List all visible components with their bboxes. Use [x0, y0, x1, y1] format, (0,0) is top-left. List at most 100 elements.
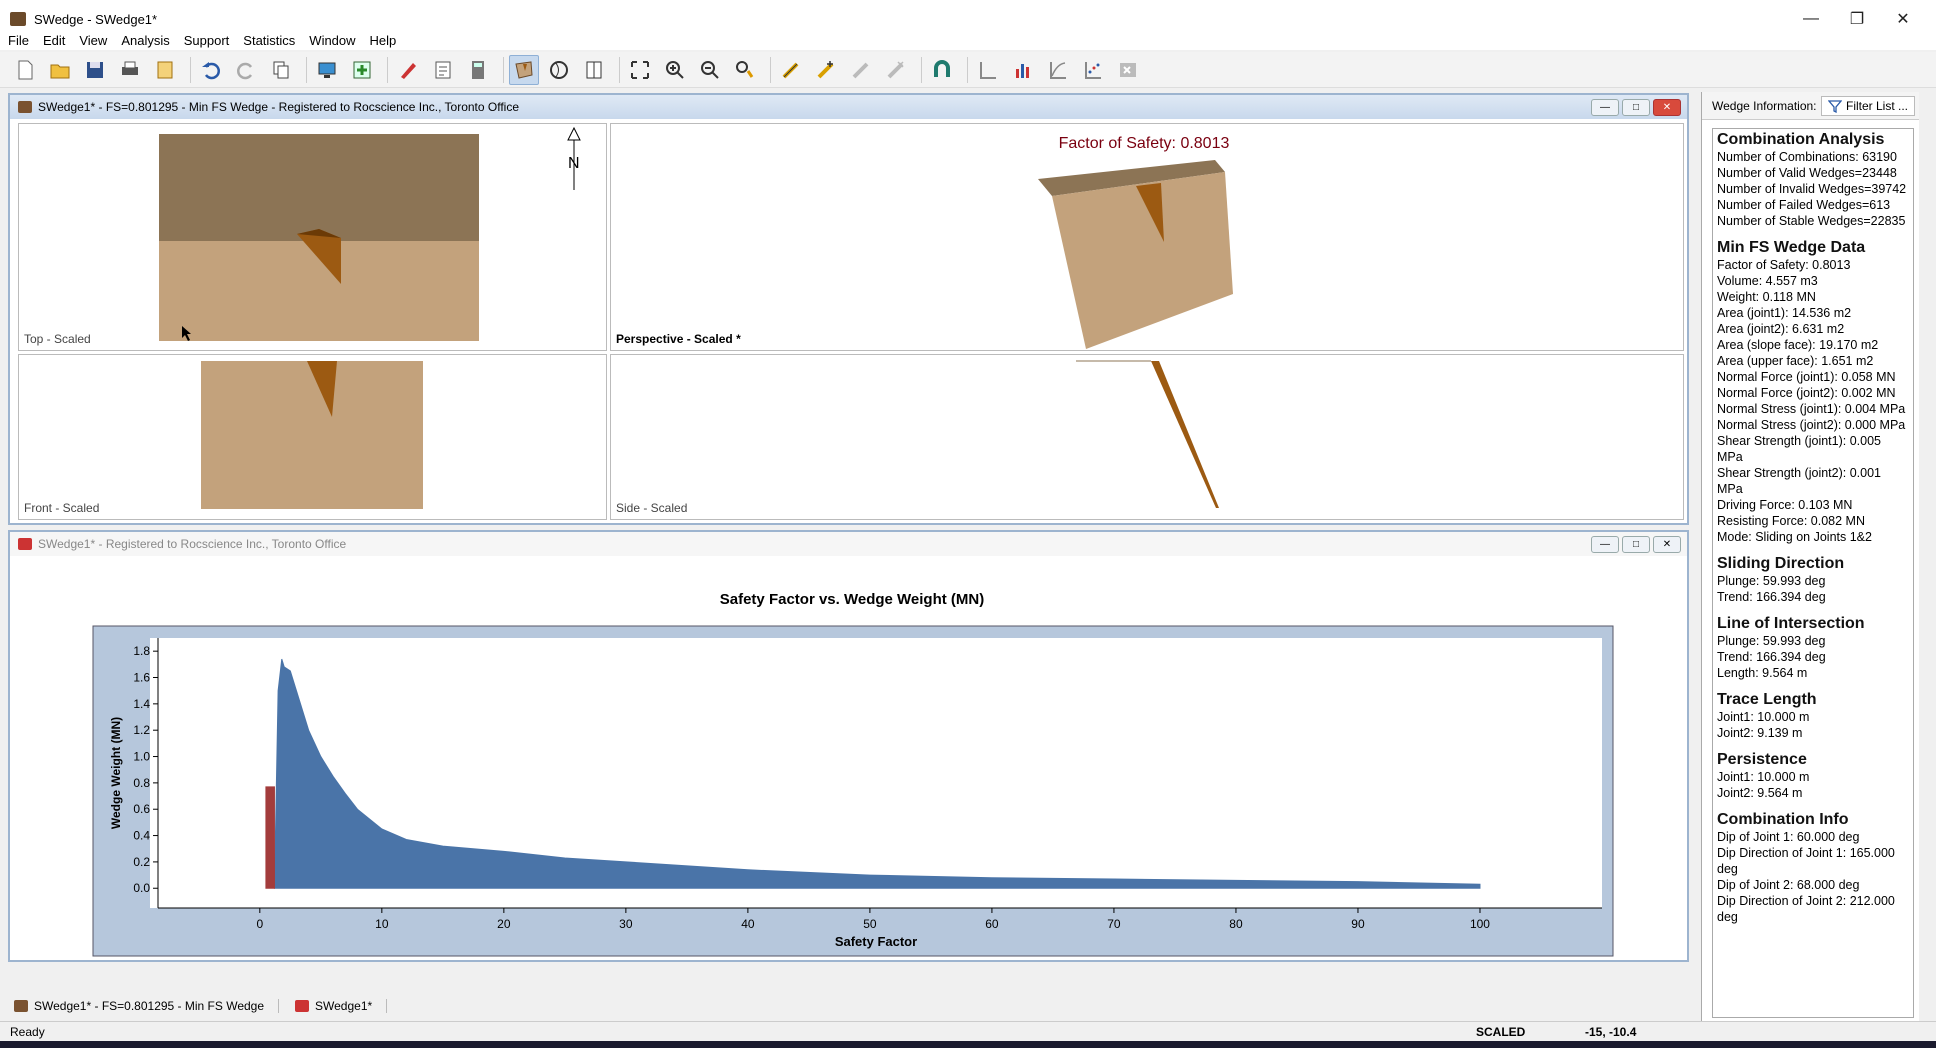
zoom-in-icon[interactable]: [660, 55, 690, 85]
tab-wedge-view[interactable]: SWedge1* - FS=0.801295 - Min FS Wedge: [8, 999, 280, 1013]
tab-chart[interactable]: SWedge1*: [289, 999, 388, 1013]
y-tick-label: 0.2: [133, 855, 150, 869]
wedge-view-icon[interactable]: [509, 54, 539, 85]
chart-minimize-icon[interactable]: —: [1591, 536, 1619, 553]
info-section-title: Line of Intersection: [1717, 615, 1865, 632]
undo-icon[interactable]: [196, 55, 226, 85]
pan-icon[interactable]: [730, 55, 760, 85]
edit-bolt-icon[interactable]: [846, 55, 876, 85]
info-line: Joint1: 10.000 m: [1717, 770, 1810, 784]
y-tick-label: 1.6: [133, 671, 150, 685]
tab-chart-icon: [295, 1000, 310, 1012]
scatter-icon[interactable]: [1078, 55, 1108, 85]
menu-support[interactable]: Support: [184, 33, 230, 48]
info-line: Number of Stable Wedges=22835: [1717, 214, 1906, 228]
chart-close-icon[interactable]: ✕: [1653, 536, 1681, 553]
info-line: Weight: 0.118 MN: [1717, 290, 1816, 304]
toolbar-separator: [921, 56, 922, 83]
zoom-out-icon[interactable]: [695, 55, 725, 85]
input-data-icon[interactable]: [428, 55, 458, 85]
redo-icon[interactable]: [231, 55, 261, 85]
menu-bar: File Edit View Analysis Support Statisti…: [0, 30, 1936, 50]
menu-view[interactable]: View: [79, 33, 107, 48]
main-toolbar: [0, 52, 1936, 88]
child-maximize-icon[interactable]: □: [1622, 99, 1650, 116]
info-line: Joint2: 9.564 m: [1717, 786, 1803, 800]
swedge-app-icon: [10, 12, 26, 26]
front-view-label: Front - Scaled: [24, 501, 100, 515]
info-line: Area (slope face): 19.170 m2: [1717, 338, 1879, 352]
add-bolt-icon[interactable]: [811, 55, 841, 85]
menu-statistics[interactable]: Statistics: [243, 33, 295, 48]
info-line: Number of Valid Wedges=23448: [1717, 166, 1897, 180]
info-line: Factor of Safety: 0.8013: [1717, 258, 1851, 272]
graph-axes-icon[interactable]: [973, 55, 1003, 85]
child-close-icon[interactable]: ✕: [1653, 99, 1681, 116]
x-tick-label: 50: [863, 917, 877, 931]
failed-wedges-series: [265, 786, 275, 889]
x-tick-label: 60: [985, 917, 999, 931]
info-line: Area (joint2): 6.631 m2: [1717, 322, 1845, 336]
info-line: Plunge: 59.993 deg: [1717, 574, 1826, 588]
slope-view-icon[interactable]: [579, 55, 609, 85]
menu-analysis[interactable]: Analysis: [121, 33, 169, 48]
copy-icon[interactable]: [266, 55, 296, 85]
y-tick-label: 1.4: [133, 697, 150, 711]
chart-maximize-icon[interactable]: □: [1622, 536, 1650, 553]
info-line: Mode: Sliding on Joints 1&2: [1717, 530, 1872, 544]
window-title: SWedge - SWedge1*: [34, 11, 158, 27]
filter-list-button[interactable]: Filter List ...: [1820, 95, 1915, 116]
new-file-icon[interactable]: [10, 55, 40, 85]
chart-window-titlebar: SWedge1* - Registered to Rocscience Inc.…: [10, 532, 1687, 556]
top-viewport[interactable]: N Top - Scaled: [18, 123, 607, 351]
save-icon[interactable]: [80, 55, 110, 85]
y-tick-label: 0.8: [133, 776, 150, 790]
perspective-drawing: Factor of Safety: 0.8013: [1038, 135, 1233, 349]
status-mode: SCALED: [1476, 1024, 1526, 1039]
x-tick-label: 0: [256, 917, 263, 931]
info-line: Normal Force (joint1): 0.058 MN: [1717, 370, 1896, 384]
side-view-label: Side - Scaled: [616, 501, 688, 515]
menu-help[interactable]: Help: [370, 33, 397, 48]
excel-export-icon[interactable]: [1113, 55, 1143, 85]
cumulative-icon[interactable]: [1043, 55, 1073, 85]
info-line: Shear Strength (joint1): 0.005 MPa: [1717, 434, 1881, 464]
edit-input-icon[interactable]: [393, 55, 423, 85]
stereonet-icon[interactable]: [544, 55, 574, 85]
toolbar-separator: [190, 56, 191, 83]
info-line: Dip Direction of Joint 1: 165.000 deg: [1717, 846, 1895, 876]
fs-title: Factor of Safety: 0.8013: [1059, 135, 1230, 152]
filter-icon: [1827, 99, 1842, 113]
tab-chart-label: SWedge1*: [315, 999, 373, 1013]
print-icon[interactable]: [115, 55, 145, 85]
histogram-icon[interactable]: [1008, 55, 1038, 85]
bolt-icon[interactable]: [776, 55, 806, 85]
compute-icon[interactable]: [312, 55, 342, 85]
menu-window[interactable]: Window: [309, 33, 355, 48]
side-viewport[interactable]: Side - Scaled: [610, 354, 1684, 520]
open-folder-icon[interactable]: [45, 55, 75, 85]
y-tick-label: 1.0: [133, 750, 150, 764]
child-minimize-icon[interactable]: —: [1591, 99, 1619, 116]
menu-edit[interactable]: Edit: [43, 33, 65, 48]
info-line: Area (joint1): 14.536 m2: [1717, 306, 1852, 320]
add-data-icon[interactable]: [347, 55, 377, 85]
info-section: Combination Info Dip of Joint 1: 60.000 d…: [1717, 811, 1909, 925]
delete-bolt-icon[interactable]: [881, 55, 911, 85]
front-viewport[interactable]: Front - Scaled: [18, 354, 607, 520]
calculator-icon[interactable]: [463, 55, 493, 85]
info-line: Dip of Joint 2: 68.000 deg: [1717, 878, 1860, 892]
chart-window: SWedge1* - Registered to Rocscience Inc.…: [8, 530, 1689, 962]
zoom-all-icon[interactable]: [625, 55, 655, 85]
document-tabs: SWedge1* - FS=0.801295 - Min FS Wedge SW…: [8, 994, 388, 1018]
status-bar: Ready SCALED -15, -10.4: [0, 1021, 1936, 1041]
safety-factor-chart[interactable]: Safety Factor vs. Wedge Weight (MN) 0 10 20…: [10, 556, 1687, 960]
magnet-icon[interactable]: [927, 55, 957, 85]
x-tick-label: 40: [741, 917, 755, 931]
toolbar-separator: [503, 56, 504, 83]
page-setup-icon[interactable]: [150, 55, 180, 85]
menu-file[interactable]: File: [8, 33, 29, 48]
info-section: Trace Length Joint1: 10.000 m Joint2: 9.13…: [1717, 691, 1909, 741]
perspective-viewport[interactable]: Factor of Safety: 0.8013 Perspective - S…: [610, 123, 1684, 351]
info-section-title: Persistence: [1717, 751, 1807, 768]
